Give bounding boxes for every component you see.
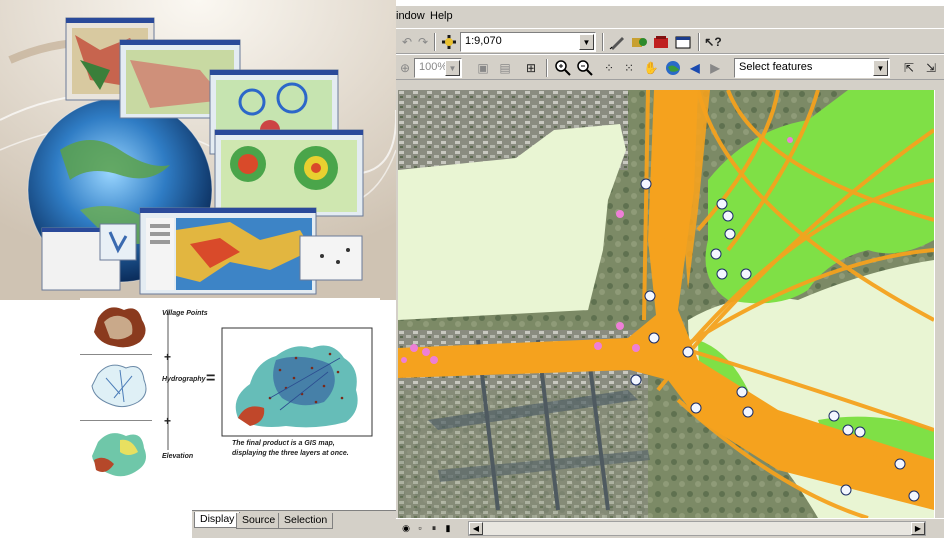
caption-line-1: The final product is a GIS map, [232,440,335,447]
pan-hand-icon[interactable]: ✋ [642,59,660,77]
command-line-icon[interactable] [674,33,692,51]
redo-icon[interactable]: ↷ [414,33,432,51]
tab-selection[interactable]: Selection [278,513,334,529]
select-elements-icon[interactable]: ⇱ [900,59,918,77]
arcmap-window: indow Help ↶ ↷ 1:9,070 ▼ ↖? ⊕ 100% ▼ ▣ ▤… [396,6,944,538]
layers-art [80,298,380,498]
zoom-in-icon[interactable] [554,59,572,77]
equals-symbol: = [206,370,216,387]
map-canvas[interactable] [398,90,934,518]
data-view-icon[interactable]: ◉ [400,521,412,535]
screenshot-root: Village Points + Hydrography + Elevation… [0,0,948,538]
full-extent-globe-icon[interactable] [664,59,682,77]
focus-data-frame-icon[interactable]: ⊞ [522,59,540,77]
fixed-zoom-out-icon[interactable]: ⁙ [620,59,638,77]
forward-extent-arrow-icon[interactable]: ▶ [706,59,724,77]
back-extent-arrow-icon[interactable]: ◀ [686,59,704,77]
scroll-left-icon[interactable]: ◀ [469,522,483,535]
toc-tab-strip: Display Source Selection [192,510,396,538]
village-points-label: Village Points [162,310,208,317]
identify-icon[interactable]: ⇲ [922,59,940,77]
chevron-down-icon[interactable]: ▼ [579,34,594,50]
collage-art [0,0,396,300]
fixed-zoom-in-icon[interactable]: ⁘ [600,59,618,77]
select-tool-combo[interactable]: Select features ▼ [734,58,890,78]
tools-toolbar: ⊕ 100% ▼ ▣ ▤ ⊞ ⁘ ⁙ ✋ ◀ ▶ Select features… [396,54,944,80]
whats-this-help-icon[interactable]: ↖? [704,33,722,51]
layout-zoom-value: 100% [419,61,448,73]
chevron-down-icon[interactable]: ▼ [873,60,888,76]
layout-zoom-combo[interactable]: 100% ▼ [414,58,462,78]
refresh-icon[interactable]: ⏸ [428,521,440,535]
catalog-icon[interactable] [630,33,648,51]
editor-toolbar-icon[interactable] [608,33,626,51]
tab-display[interactable]: Display [194,512,241,528]
standard-toolbar: ↶ ↷ 1:9,070 ▼ ↖? [396,28,944,54]
map-scale-value: 1:9,070 [465,35,502,47]
map-scale-combo[interactable]: 1:9,070 ▼ [460,32,596,52]
elevation-label: Elevation [162,453,194,460]
map-data-frame[interactable] [398,90,934,518]
map-status-bar: ◉ ▫ ⏸ ▮ ◀ ▶ [396,518,944,538]
menu-window[interactable]: indow [396,10,425,22]
zoom-out-icon[interactable] [576,59,594,77]
pause-drawing-icon[interactable]: ▮ [442,521,454,535]
vertical-scrollbar[interactable] [934,90,944,518]
layout-zoom-icon[interactable]: ⊕ [396,59,414,77]
hydrography-label: Hydrography [162,376,206,383]
select-tool-value: Select features [739,61,813,73]
menu-bar: indow Help [396,6,944,26]
zoom-whole-page-icon[interactable]: ▣ [474,59,492,77]
chevron-down-icon[interactable]: ▼ [445,60,460,76]
gis-layers-diagram: Village Points + Hydrography + Elevation… [80,298,380,498]
scroll-right-icon[interactable]: ▶ [911,522,925,535]
layout-view-icon[interactable]: ▫ [414,521,426,535]
horizontal-scrollbar[interactable]: ◀ ▶ [468,521,926,536]
gis-collage-image [0,0,396,300]
zoom-100-icon[interactable]: ▤ [496,59,514,77]
caption-line-2: displaying the three layers at once. [232,450,349,457]
plus-symbol-2: + [164,414,172,428]
menu-help[interactable]: Help [430,10,453,22]
plus-symbol-1: + [164,350,172,364]
tab-source[interactable]: Source [236,513,282,529]
add-data-icon[interactable] [440,33,458,51]
arctoolbox-icon[interactable] [652,33,670,51]
